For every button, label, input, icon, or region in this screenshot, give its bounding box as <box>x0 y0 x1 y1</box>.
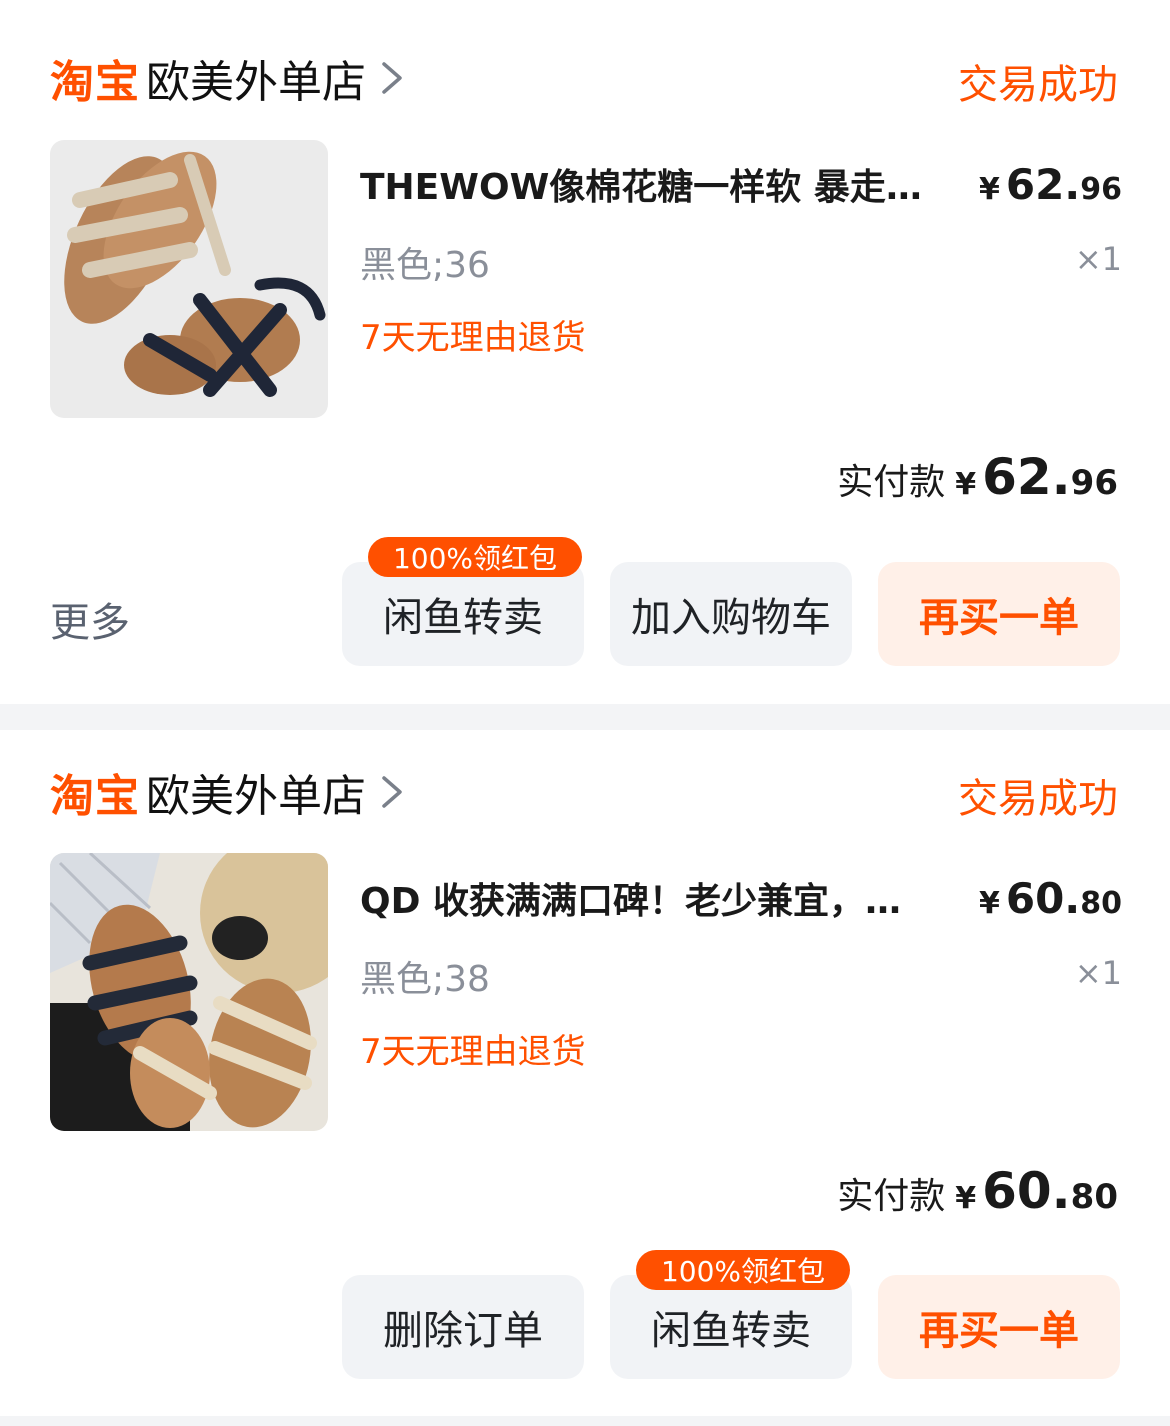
add-to-cart-button[interactable]: 加入购物车 <box>610 562 852 666</box>
delete-order-button[interactable]: 删除订单 <box>342 1275 584 1379</box>
product-title[interactable]: QD 收获满满口碑！老少兼宜，… <box>360 872 972 924</box>
button-label: 闲鱼转卖 <box>651 1308 811 1354</box>
resell-xianyu-button[interactable]: 闲鱼转卖 <box>342 562 584 666</box>
quantity: ×1 <box>1074 954 1122 992</box>
product-image[interactable] <box>50 140 328 418</box>
button-label: 删除订单 <box>383 1308 543 1354</box>
product-title[interactable]: THEWOW像棉花糖一样软 暴走… <box>360 158 972 210</box>
shop-name[interactable]: 欧美外单店 <box>146 760 366 824</box>
return-policy-tag: 7天无理由退货 <box>360 1032 586 1072</box>
currency-symbol: ¥ <box>955 467 977 502</box>
button-label: 加入购物车 <box>631 595 831 641</box>
unit-price: ¥ 60. 80 <box>979 874 1122 923</box>
order-card[interactable]: 淘宝 欧美外单店 交易成功 QD 收获满满口碑！老少兼宜，… ¥ 60. 80 … <box>0 730 1170 1416</box>
resell-xianyu-button[interactable]: 闲鱼转卖 <box>610 1275 852 1379</box>
order-card[interactable]: 淘宝 欧美外单店 交易成功 THEWOW像棉花糖一样软 暴走… ¥ 62. 96… <box>0 0 1170 704</box>
more-button[interactable]: 更多 <box>50 590 130 648</box>
paid-label: 实付款 <box>837 1176 946 1217</box>
sku-spec: 黑色;36 <box>360 245 490 286</box>
unit-price: ¥ 62. 96 <box>979 160 1122 209</box>
price-decimal: 96 <box>1080 172 1122 207</box>
button-label: 再买一单 <box>919 1308 1079 1354</box>
sku-spec: 黑色;38 <box>360 959 490 1000</box>
price-decimal: 80 <box>1080 886 1122 921</box>
currency-symbol: ¥ <box>955 1181 977 1216</box>
paid-amount: 实付款 ¥ 60. 80 <box>837 1162 1118 1220</box>
button-label: 再买一单 <box>919 595 1079 641</box>
button-label: 闲鱼转卖 <box>383 595 543 641</box>
price-integer: 62. <box>1005 160 1081 209</box>
product-image[interactable] <box>50 853 328 1131</box>
taobao-logo: 淘宝 <box>50 57 140 108</box>
chevron-right-icon <box>382 62 402 94</box>
currency-symbol: ¥ <box>978 172 1000 207</box>
paid-label: 实付款 <box>837 462 946 503</box>
buy-again-button[interactable]: 再买一单 <box>878 562 1120 666</box>
shop-header[interactable]: 淘宝 欧美外单店 <box>50 50 406 108</box>
taobao-logo: 淘宝 <box>50 771 140 822</box>
buy-again-button[interactable]: 再买一单 <box>878 1275 1120 1379</box>
red-packet-badge: 100%领红包 <box>636 1250 850 1290</box>
red-packet-badge: 100%领红包 <box>368 537 582 577</box>
return-policy-tag: 7天无理由退货 <box>360 318 586 358</box>
paid-integer: 62. <box>982 448 1071 506</box>
paid-decimal: 80 <box>1070 1177 1118 1217</box>
shop-header[interactable]: 淘宝 欧美外单店 <box>50 764 406 822</box>
currency-symbol: ¥ <box>978 886 1000 921</box>
shop-name[interactable]: 欧美外单店 <box>146 46 366 110</box>
chevron-right-icon <box>382 776 402 808</box>
order-status: 交易成功 <box>958 62 1118 108</box>
paid-integer: 60. <box>982 1162 1071 1220</box>
paid-decimal: 96 <box>1070 463 1118 503</box>
quantity: ×1 <box>1074 240 1122 278</box>
paid-amount: 实付款 ¥ 62. 96 <box>837 448 1118 506</box>
price-integer: 60. <box>1005 874 1081 923</box>
order-status: 交易成功 <box>958 776 1118 822</box>
